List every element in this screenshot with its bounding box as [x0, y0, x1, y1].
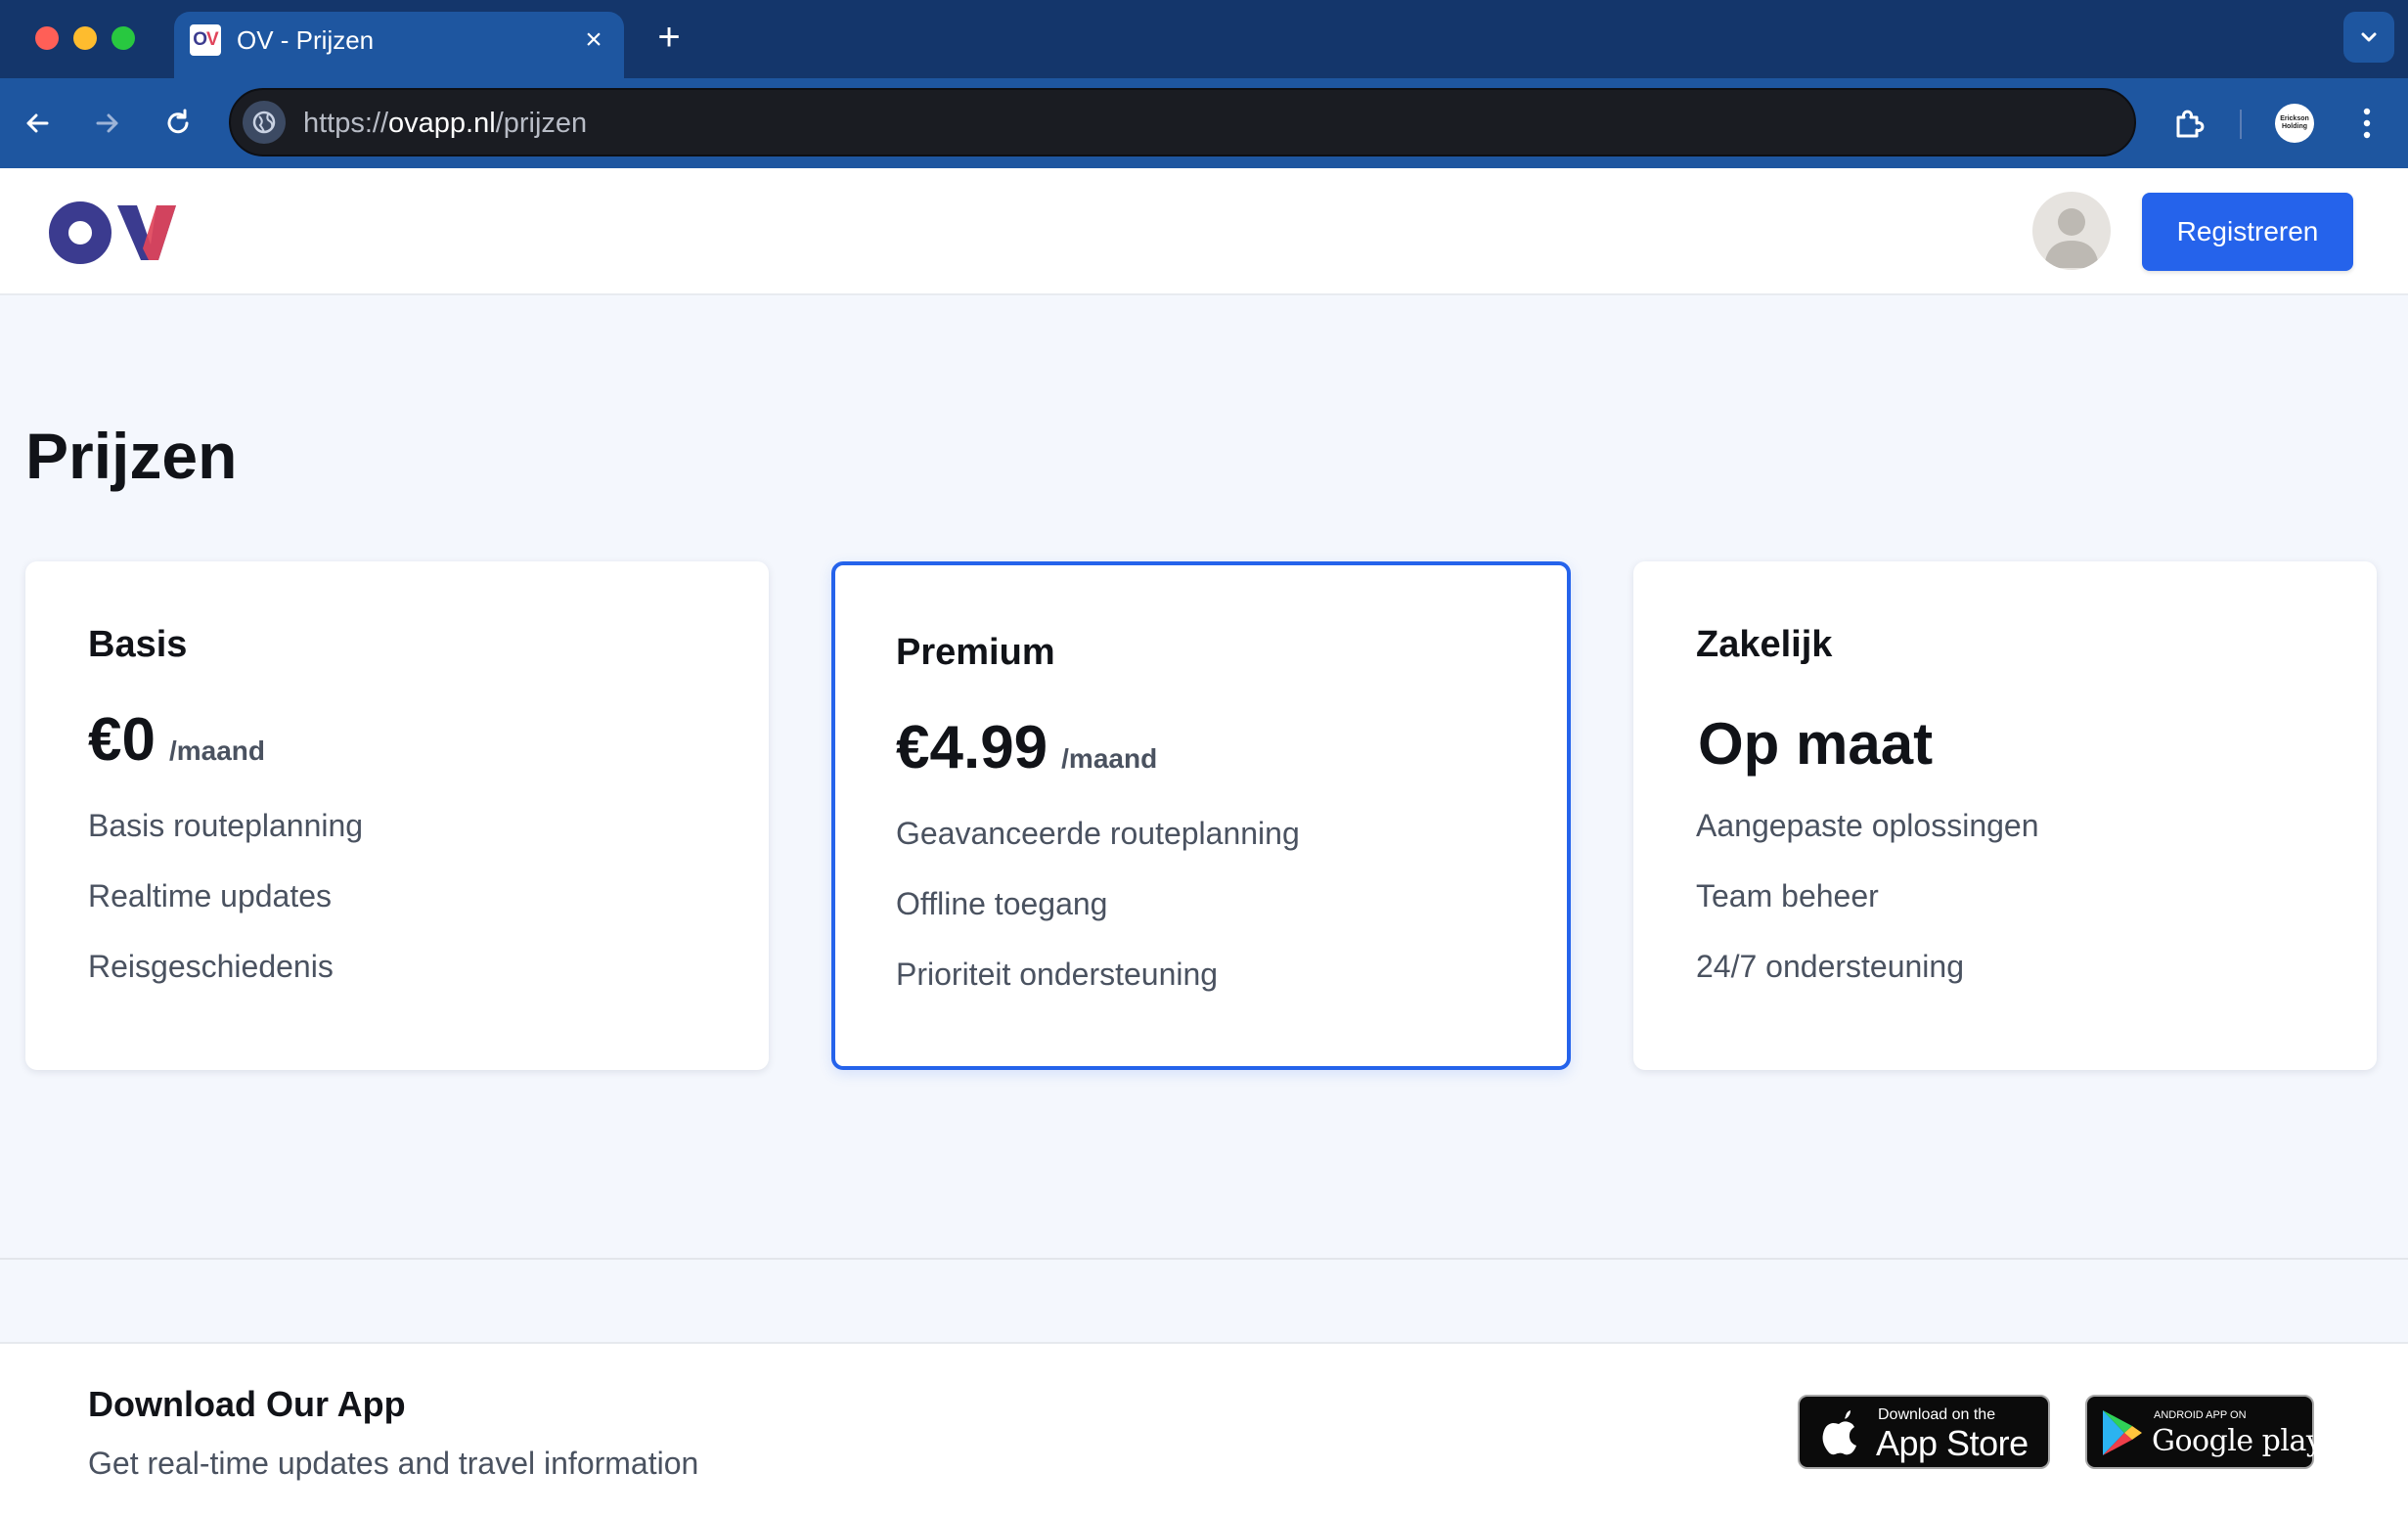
site-header: Registreren: [0, 168, 2408, 295]
tab-close-icon[interactable]: ×: [577, 23, 610, 57]
address-bar[interactable]: https://ovapp.nl/prijzen: [229, 88, 2136, 156]
user-avatar-icon[interactable]: [2032, 192, 2111, 270]
plan-period: /maand: [1061, 743, 1158, 774]
plan-price: Op maat: [1698, 711, 1934, 777]
pricing-card-zakelijk[interactable]: Zakelijk Op maat Aangepaste oplossingen …: [1633, 561, 2377, 1070]
kebab-menu-icon: [2363, 108, 2371, 139]
extensions-button[interactable]: [2165, 100, 2212, 147]
forward-button[interactable]: [84, 100, 131, 147]
feature-item: Prioriteit ondersteuning: [896, 957, 1219, 992]
profile-button[interactable]: Erickson Holding: [2275, 104, 2314, 143]
app-download-footer: Download Our App Get real-time updates a…: [0, 1342, 2408, 1515]
plan-price-row: €0 /maand: [88, 706, 265, 775]
feature-item: Aangepaste oplossingen: [1696, 808, 2039, 843]
feature-item: 24/7 ondersteuning: [1696, 949, 1964, 984]
chevron-down-icon: [2361, 32, 2377, 42]
google-play-badge[interactable]: ANDROID APP ON Google play: [2085, 1395, 2323, 1469]
plan-price: €4.99: [896, 714, 1048, 781]
plan-price-row: €4.99 /maand: [896, 714, 1157, 782]
feature-item: Geavanceerde routeplanning: [896, 816, 1300, 851]
browser-tab-active[interactable]: OV OV - Prijzen ×: [174, 12, 624, 78]
footer-title: Download Our App: [88, 1384, 406, 1424]
tab-list-button[interactable]: [2343, 12, 2394, 63]
google-play-big-text: Google play: [2152, 1424, 2323, 1458]
plan-period: /maand: [168, 735, 265, 766]
window-minimize-button[interactable]: [73, 26, 97, 50]
window-close-button[interactable]: [35, 26, 59, 50]
site-logo[interactable]: [47, 198, 180, 264]
ov-logo-icon: [49, 201, 176, 264]
back-button[interactable]: [14, 100, 61, 147]
plan-name: Zakelijk: [1696, 624, 1833, 665]
feature-list: Geavanceerde routeplanning Offline toega…: [896, 814, 1300, 1025]
apple-icon: [1822, 1410, 1856, 1455]
pricing-card-premium[interactable]: Premium €4.99 /maand Geavanceerde routep…: [831, 561, 1571, 1070]
favicon-icon: OV: [190, 24, 221, 56]
feature-list: Aangepaste oplossingen Team beheer 24/7 …: [1696, 806, 2039, 1017]
footer-subtitle: Get real-time updates and travel informa…: [88, 1446, 699, 1481]
tab-title: OV - Prijzen: [237, 25, 375, 55]
page-title: Prijzen: [25, 420, 238, 492]
pricing-card-basis[interactable]: Basis €0 /maand Basis routeplanning Real…: [25, 561, 769, 1070]
feature-item: Realtime updates: [88, 878, 333, 913]
page-content: Registreren Prijzen Basis €0 /maand Basi…: [0, 168, 2408, 1515]
toolbar-separator: [2240, 110, 2242, 139]
register-button[interactable]: Registreren: [2142, 193, 2353, 271]
section-divider: [0, 1258, 2408, 1260]
app-store-big-text: App Store: [1876, 1423, 2029, 1463]
browser-toolbar: https://ovapp.nl/prijzen Erickson Holdin…: [0, 78, 2408, 168]
plan-name: Basis: [88, 624, 188, 665]
site-info-button[interactable]: [243, 101, 286, 144]
feature-item: Team beheer: [1696, 878, 1879, 913]
app-store-badge[interactable]: Download on the App Store: [1798, 1395, 2050, 1469]
reload-button[interactable]: [155, 100, 201, 147]
globe-icon: [252, 111, 276, 134]
plan-name: Premium: [896, 632, 1055, 673]
plan-price: €0: [88, 706, 156, 774]
user-silhouette: [2044, 208, 2099, 268]
puzzle-icon: [2176, 110, 2205, 138]
new-tab-button[interactable]: +: [649, 18, 689, 57]
arrow-left-icon: [26, 113, 49, 133]
feature-item: Basis routeplanning: [88, 808, 364, 843]
play-triangle-icon: [2103, 1410, 2142, 1455]
browser-tab-bar: OV OV - Prijzen × +: [0, 0, 2408, 78]
feature-item: Offline toegang: [896, 886, 1108, 921]
arrow-right-icon: [96, 113, 118, 133]
window-zoom-button[interactable]: [111, 26, 135, 50]
url-text: https://ovapp.nl/prijzen: [303, 108, 588, 139]
feature-item: Reisgeschiedenis: [88, 949, 334, 984]
reload-icon: [167, 109, 189, 134]
feature-list: Basis routeplanning Realtime updates Rei…: [88, 806, 363, 1017]
browser-menu-button[interactable]: [2347, 100, 2386, 147]
app-store-small-text: Download on the: [1878, 1406, 1996, 1423]
